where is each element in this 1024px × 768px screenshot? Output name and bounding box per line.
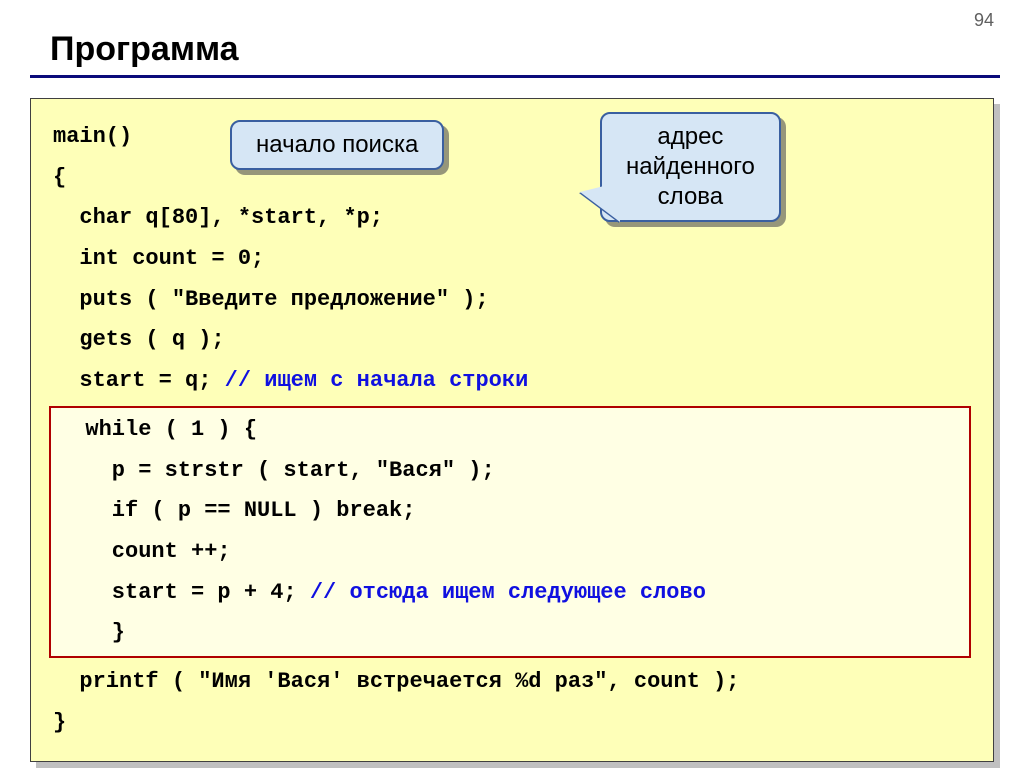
highlighted-block: while ( 1 ) { p = strstr ( start, "Вася"… [49, 406, 971, 658]
code-line: } [53, 703, 971, 744]
code-panel: main() { char q[80], *start, *p; int cou… [30, 98, 994, 762]
code-line: { [53, 158, 971, 199]
code-panel-body: main() { char q[80], *start, *p; int cou… [30, 98, 994, 762]
callout-text: адрес [657, 123, 723, 150]
code-comment: // ищем с начала строки [225, 368, 529, 393]
code-line: start = p + 4; // отсюда ищем следующее … [59, 573, 961, 614]
code-line: puts ( "Введите предложение" ); [53, 280, 971, 321]
callout-text: начало поиска [256, 131, 418, 158]
callout-text: слова [658, 183, 723, 210]
page-number: 94 [974, 10, 994, 31]
code-line: start = q; // ищем с начала строки [53, 361, 971, 402]
code-line: if ( p == NULL ) break; [59, 491, 961, 532]
code-line: printf ( "Имя 'Вася' встречается %d раз"… [53, 662, 971, 703]
slide-title: Программа [0, 0, 1024, 75]
code-line: char q[80], *start, *p; [53, 198, 971, 239]
code-line: while ( 1 ) { [59, 410, 961, 451]
title-underline [30, 75, 1000, 78]
code-comment: // отсюда ищем следующее слово [310, 580, 706, 605]
callout-search-start: начало поиска [230, 120, 444, 170]
code-text: start = p + 4; [59, 580, 310, 605]
code-line: p = strstr ( start, "Вася" ); [59, 451, 961, 492]
code-line: int count = 0; [53, 239, 971, 280]
callout-body: начало поиска [230, 120, 444, 170]
callout-text: найденного [626, 153, 755, 180]
callout-found-address: адрес найденного слова [600, 112, 781, 222]
code-line: gets ( q ); [53, 320, 971, 361]
callout-tail-icon [580, 182, 620, 222]
code-line: count ++; [59, 532, 961, 573]
code-text: start = q; [53, 368, 225, 393]
code-line: main() [53, 117, 971, 158]
callout-body: адрес найденного слова [600, 112, 781, 222]
code-line: } [59, 613, 961, 654]
